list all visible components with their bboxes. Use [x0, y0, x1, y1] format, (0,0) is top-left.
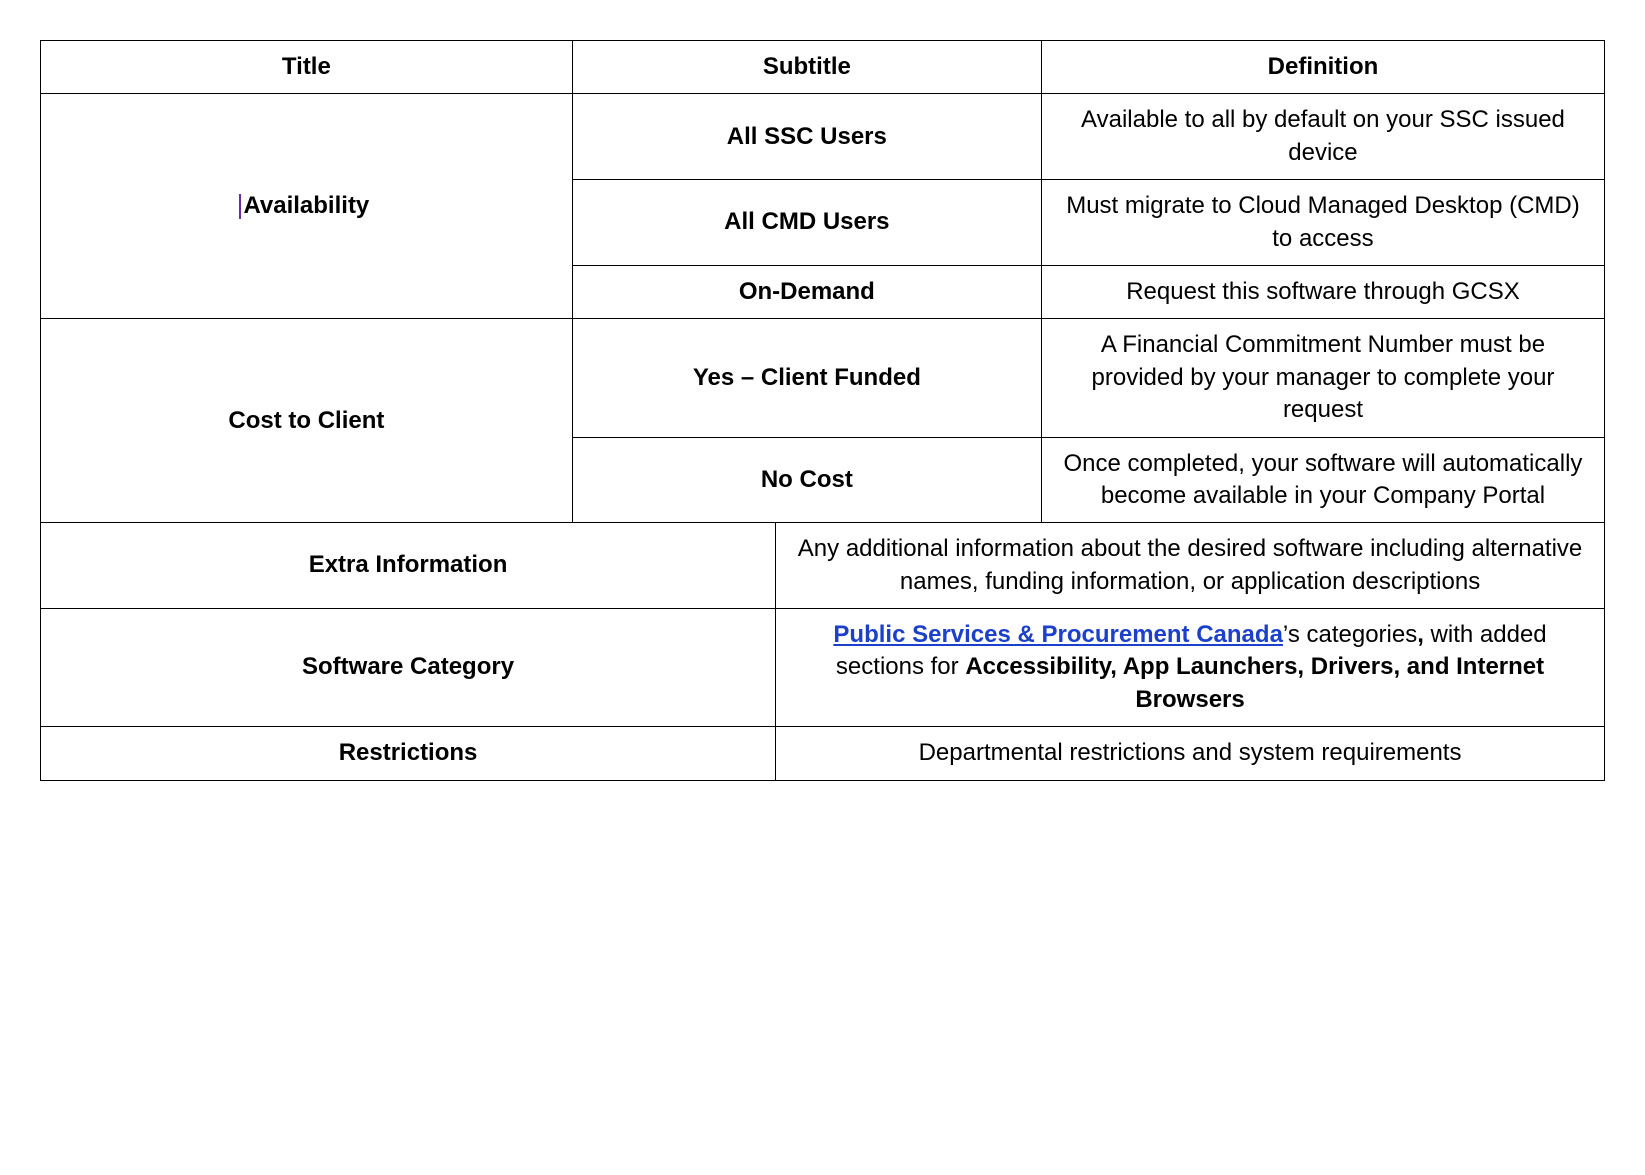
cell-category-definition: Public Services & Procurement Canada’s c… — [776, 609, 1605, 727]
table-row: Extra Information Any additional informa… — [41, 523, 1605, 609]
cell-extra-title: Extra Information — [41, 523, 776, 609]
text-after-link: ’s categories — [1283, 621, 1417, 648]
definitions-table: Title Subtitle Definition Availability A… — [40, 40, 1605, 523]
cell-subtitle: All CMD Users — [572, 180, 1041, 266]
cell-subtitle: No Cost — [572, 437, 1041, 523]
cell-definition: Available to all by default on your SSC … — [1041, 94, 1604, 180]
cell-definition: A Financial Commitment Number must be pr… — [1041, 319, 1604, 437]
table-row: Availability All SSC Users Available to … — [41, 94, 1605, 180]
pspc-link[interactable]: Public Services & Procurement Canada — [833, 621, 1283, 648]
cell-restrictions-definition: Departmental restrictions and system req… — [776, 727, 1605, 780]
table-row: Software Category Public Services & Proc… — [41, 609, 1605, 727]
cell-definition: Request this software through GCSX — [1041, 265, 1604, 318]
text-bold-tail: Accessibility, App Launchers, Drivers, a… — [965, 653, 1544, 712]
cell-category-title: Software Category — [41, 609, 776, 727]
table-header-row: Title Subtitle Definition — [41, 41, 1605, 94]
cell-extra-definition: Any additional information about the des… — [776, 523, 1605, 609]
cell-availability-title: Availability — [41, 94, 573, 319]
cell-restrictions-title: Restrictions — [41, 727, 776, 780]
definitions-table-lower: Extra Information Any additional informa… — [40, 522, 1605, 780]
cell-subtitle: Yes – Client Funded — [572, 319, 1041, 437]
cell-subtitle: On-Demand — [572, 265, 1041, 318]
text-cursor-icon — [239, 194, 241, 219]
header-subtitle: Subtitle — [572, 41, 1041, 94]
cell-definition: Once completed, your software will autom… — [1041, 437, 1604, 523]
cell-cost-title: Cost to Client — [41, 319, 573, 523]
header-title: Title — [41, 41, 573, 94]
cell-definition: Must migrate to Cloud Managed Desktop (C… — [1041, 180, 1604, 266]
header-definition: Definition — [1041, 41, 1604, 94]
text-comma-bold: , — [1417, 621, 1424, 648]
cell-subtitle: All SSC Users — [572, 94, 1041, 180]
table-row: Cost to Client Yes – Client Funded A Fin… — [41, 319, 1605, 437]
table-row: Restrictions Departmental restrictions a… — [41, 727, 1605, 780]
